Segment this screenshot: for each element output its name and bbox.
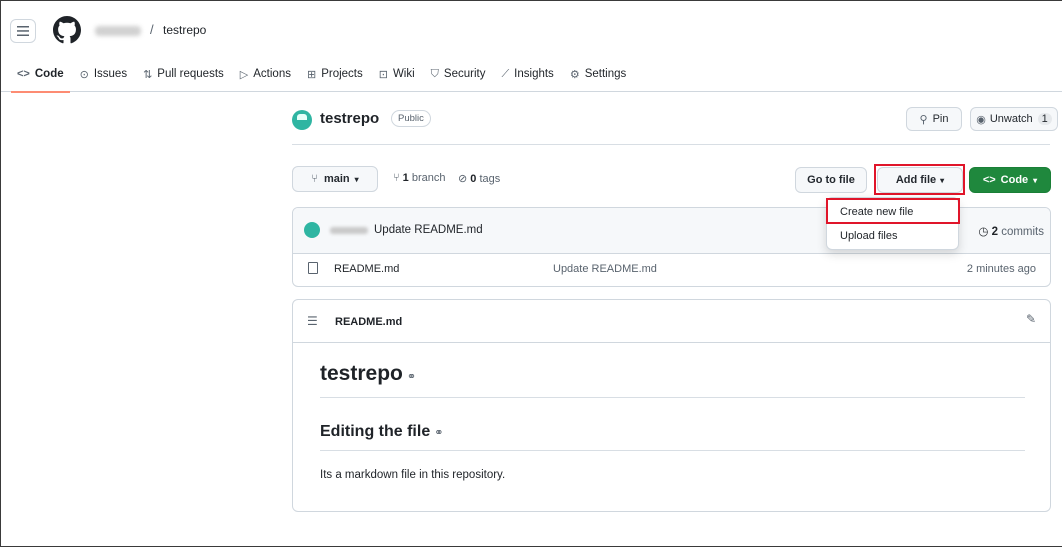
pin-label: Pin	[932, 113, 949, 125]
divider	[292, 144, 1050, 145]
tag-count: 0	[470, 173, 477, 185]
avatar	[292, 110, 312, 130]
eye-icon: ◉	[976, 113, 986, 126]
pencil-icon[interactable]: ✎	[1026, 312, 1036, 326]
tab-actions[interactable]: ▷ Actions	[234, 63, 297, 85]
tag-icon: ⊘	[458, 173, 468, 185]
chevron-down-icon: ▾	[1033, 175, 1038, 185]
github-logo-icon[interactable]	[53, 16, 81, 44]
visibility-badge: Public	[391, 110, 431, 127]
highlight-box	[874, 164, 965, 195]
list-icon[interactable]: ☰	[307, 314, 318, 328]
breadcrumb-repo[interactable]: testrepo	[163, 23, 206, 37]
code-label: Code	[1000, 174, 1029, 186]
branch-word: branch	[411, 172, 446, 184]
tab-label: Security	[443, 68, 486, 80]
branch-count: 1	[402, 172, 409, 184]
watch-count: 1	[1037, 113, 1052, 125]
hamburger-icon	[17, 26, 29, 36]
branch-selector[interactable]: ⑂ main ▾	[292, 166, 378, 192]
avatar[interactable]	[304, 222, 320, 238]
link-icon[interactable]: ⚭	[434, 427, 443, 439]
tags-link[interactable]: ⊘ 0 tags	[458, 172, 500, 185]
play-icon: ▷	[239, 68, 249, 81]
readme-filename[interactable]: README.md	[335, 316, 402, 328]
code-button[interactable]: <> Code ▾	[969, 167, 1051, 193]
heading-text: testrepo	[320, 362, 403, 385]
tab-settings[interactable]: ⚙ Settings	[564, 63, 632, 85]
issue-icon: ⊙	[79, 68, 89, 81]
file-name[interactable]: README.md	[334, 263, 399, 275]
tab-wiki[interactable]: ⊡ Wiki	[373, 63, 421, 85]
pin-button[interactable]: ⚲ Pin	[906, 107, 962, 131]
file-commit-message[interactable]: Update README.md	[553, 263, 657, 275]
divider	[320, 397, 1025, 398]
file-icon	[308, 262, 318, 274]
branch-name: main	[323, 173, 350, 185]
code-icon: <>	[982, 174, 996, 186]
tab-label: Settings	[584, 68, 627, 80]
shield-icon: ⛉	[430, 67, 439, 80]
commits-word: commits	[1001, 226, 1044, 238]
pull-request-icon: ⇅	[143, 68, 153, 81]
divider	[320, 450, 1025, 451]
go-to-file-button[interactable]: Go to file	[795, 167, 867, 193]
menu-item-upload-files[interactable]: Upload files	[840, 230, 897, 242]
tab-label: Insights	[514, 68, 554, 80]
history-icon: ◷	[978, 226, 989, 238]
chevron-down-icon: ▾	[354, 174, 359, 184]
owner-name-blurred[interactable]	[95, 26, 141, 36]
graph-icon: ⟋	[501, 67, 510, 80]
commits-count: 2	[991, 226, 998, 238]
tab-security[interactable]: ⛉ Security	[425, 63, 492, 85]
latest-commit-message[interactable]: Update README.md	[374, 224, 483, 236]
repo-header: / testrepo <> Code ⊙ Issues ⇅ Pull requests…	[1, 1, 1062, 93]
file-timestamp: 2 minutes ago	[966, 263, 1036, 275]
book-icon: ⊡	[378, 68, 388, 81]
code-icon: <>	[17, 68, 30, 80]
readme-heading-1: testrepo ⚭	[320, 362, 416, 386]
tab-code[interactable]: <> Code	[11, 63, 70, 93]
repo-tabs: <> Code ⊙ Issues ⇅ Pull requests ▷ Actions ⊞…	[11, 63, 636, 93]
gear-icon: ⚙	[569, 68, 580, 81]
tab-pull-requests[interactable]: ⇅ Pull requests	[137, 63, 230, 85]
menu-button[interactable]	[10, 19, 36, 43]
table-icon: ⊞	[306, 68, 317, 81]
tab-label: Issues	[93, 68, 128, 80]
readme-header: ☰ README.md ✎	[293, 300, 1050, 343]
repo-title[interactable]: testrepo	[320, 110, 379, 127]
unwatch-label: Unwatch	[989, 113, 1033, 125]
branch-icon: ⑂	[311, 173, 318, 185]
branch-icon: ⑂	[393, 172, 400, 184]
tab-label: Code	[34, 68, 64, 80]
readme-panel: ☰ README.md ✎ testrepo ⚭ Editing the file…	[292, 299, 1051, 512]
table-row[interactable]: README.md Update README.md 2 minutes ago	[293, 254, 1050, 286]
tab-label: Actions	[253, 68, 291, 80]
author-name-blurred[interactable]	[330, 227, 368, 234]
tab-issues[interactable]: ⊙ Issues	[74, 63, 133, 85]
commits-link[interactable]: ◷ 2 commits	[978, 224, 1044, 238]
readme-heading-2: Editing the file ⚭	[320, 423, 443, 441]
tab-insights[interactable]: ⟋ Insights	[495, 63, 559, 85]
tab-label: Wiki	[392, 68, 415, 80]
branches-link[interactable]: ⑂ 1 branch	[393, 172, 446, 184]
tab-label: Pull requests	[157, 68, 224, 80]
tab-label: Projects	[321, 68, 363, 80]
unwatch-button[interactable]: ◉ Unwatch 1	[970, 107, 1058, 131]
readme-paragraph: Its a markdown file in this repository.	[320, 469, 506, 481]
heading-text: Editing the file	[320, 423, 431, 440]
tab-projects[interactable]: ⊞ Projects	[301, 63, 369, 85]
pin-icon: ⚲	[919, 113, 928, 126]
highlight-box	[826, 198, 960, 224]
link-icon[interactable]: ⚭	[407, 371, 416, 383]
breadcrumb-separator: /	[150, 22, 154, 37]
tag-word: tags	[479, 173, 501, 185]
